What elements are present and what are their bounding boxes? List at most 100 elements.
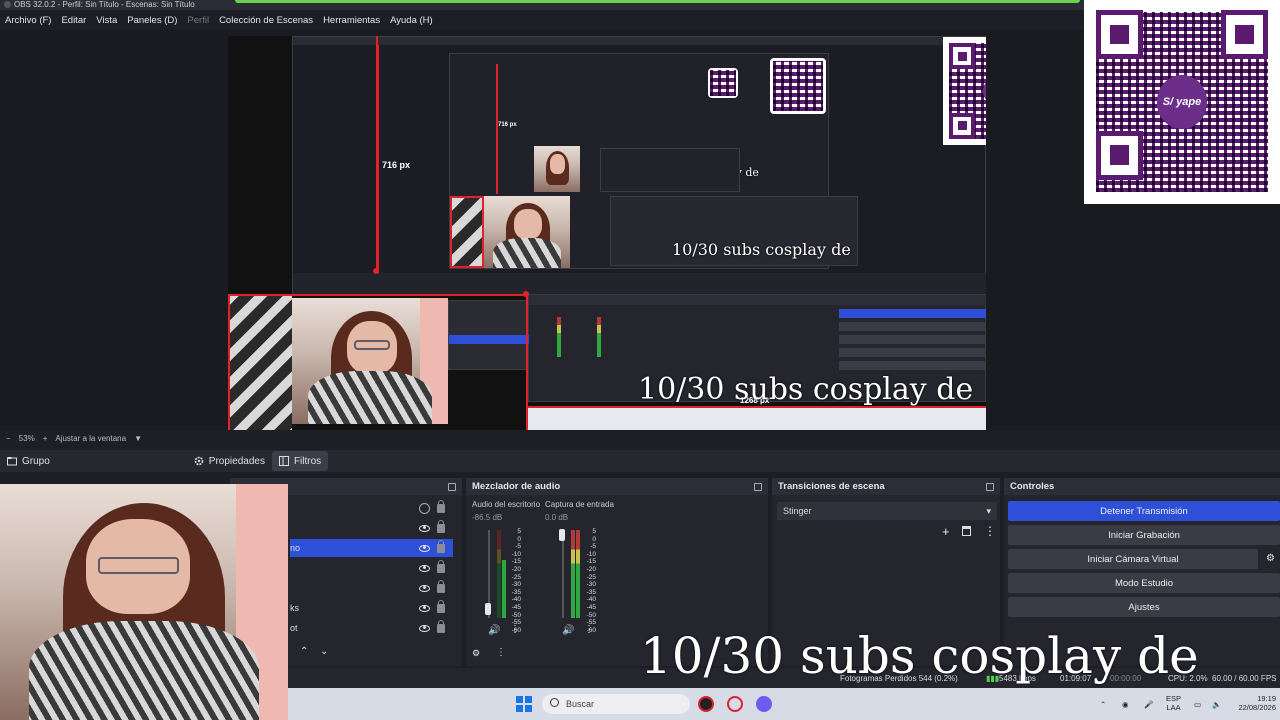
- meter-scale-tick: -30: [586, 581, 596, 589]
- lock-icon[interactable]: [437, 559, 445, 573]
- source-row-2[interactable]: [290, 519, 453, 537]
- studio-mode-button[interactable]: Modo Estudio: [1008, 573, 1280, 593]
- obs-taskbar-icon[interactable]: [698, 696, 714, 712]
- guide-handle[interactable]: [373, 268, 379, 274]
- lock-icon[interactable]: [437, 599, 445, 613]
- meter-scale-tick: -5: [515, 543, 521, 551]
- eye-icon[interactable]: [419, 544, 430, 552]
- taskbar-search[interactable]: Buscar: [542, 694, 690, 714]
- source-row-selected[interactable]: no: [290, 539, 453, 557]
- kebab-menu-icon[interactable]: ⋮: [510, 624, 520, 635]
- source-row-5[interactable]: [290, 579, 453, 597]
- move-up-button[interactable]: ⌃: [300, 646, 308, 657]
- source-row-6[interactable]: ks: [290, 599, 453, 617]
- windows-start-icon[interactable]: [516, 696, 532, 712]
- eye-icon[interactable]: [419, 584, 430, 592]
- clock-time: 19:19: [1257, 694, 1276, 703]
- source-row-4[interactable]: [290, 559, 453, 577]
- desktop-fader-knob[interactable]: [485, 603, 491, 615]
- selection-handle[interactable]: [523, 291, 529, 297]
- menu-perfil[interactable]: Perfil: [182, 15, 214, 26]
- zoom-dropdown-arrow[interactable]: ▼: [134, 434, 142, 443]
- source-row-1[interactable]: [290, 499, 453, 517]
- meter-scale-tick: -20: [511, 565, 521, 573]
- mic-capture-level: 0.0 dB: [545, 513, 569, 522]
- filter-icon: [278, 456, 289, 466]
- desktop-meter-scale: 5 0 -5 -10 -15 -20 -25 -30 -35 -40 -45 -50 -55 -60: [507, 528, 521, 634]
- lock-icon[interactable]: [437, 499, 445, 513]
- lock-icon[interactable]: [437, 519, 445, 533]
- tray-volume-icon[interactable]: 🔈: [1212, 700, 1221, 709]
- speaker-icon[interactable]: 🔊: [562, 625, 574, 636]
- lock-icon[interactable]: [437, 579, 445, 593]
- add-transition-button[interactable]: +: [942, 524, 950, 539]
- menu-editar[interactable]: Editar: [56, 15, 91, 26]
- menu-paneles[interactable]: Paneles (D): [122, 15, 182, 26]
- menu-archivo[interactable]: Archivo (F): [0, 15, 56, 26]
- group-source[interactable]: Grupo: [0, 451, 57, 471]
- eye-icon[interactable]: [419, 624, 430, 632]
- eye-hidden-icon[interactable]: [419, 502, 430, 514]
- stop-stream-button[interactable]: Detener Transmisión: [1008, 501, 1280, 521]
- start-virtual-camera-button[interactable]: Iniciar Cámara Virtual: [1008, 549, 1258, 569]
- trash-icon[interactable]: [962, 526, 971, 536]
- start-recording-button[interactable]: Iniciar Grabación: [1008, 525, 1280, 545]
- properties-button[interactable]: Propiedades: [187, 451, 272, 471]
- clock[interactable]: 19:19 22/08/2026: [1228, 694, 1276, 712]
- dock-undock-icon[interactable]: [448, 482, 456, 491]
- taskbar-search-placeholder: Buscar: [566, 699, 595, 709]
- meter-scale-tick: 5: [592, 528, 596, 535]
- meter-scale-tick: -20: [586, 565, 596, 573]
- speaker-icon[interactable]: 🔊: [488, 625, 500, 636]
- nested-sources: [448, 300, 529, 370]
- webcam-overlay: [0, 484, 288, 720]
- meter-scale-tick: -45: [586, 603, 596, 611]
- opera-icon[interactable]: [727, 696, 743, 712]
- obs-logo-icon: [4, 1, 11, 9]
- program-canvas[interactable]: 10/30 subs cosplay de 10/30 subs cosplay…: [228, 36, 986, 430]
- tray-chevron-icon[interactable]: ⌃: [1100, 700, 1106, 709]
- eye-icon[interactable]: [419, 564, 430, 572]
- eye-icon[interactable]: [419, 524, 430, 532]
- source-row-7[interactable]: ot: [290, 619, 453, 637]
- meter-scale-tick: -35: [586, 588, 596, 596]
- mic-fader-knob[interactable]: [559, 529, 565, 541]
- mic-meter-left: [571, 530, 575, 618]
- menu-herramientas[interactable]: Herramientas: [318, 15, 385, 26]
- kebab-menu-icon[interactable]: ⋮: [584, 624, 594, 635]
- zoom-value: 53%: [18, 433, 35, 443]
- source-label-7: ot: [290, 623, 298, 633]
- height-guide-label: 716 px: [382, 160, 411, 170]
- eye-icon[interactable]: [419, 604, 430, 612]
- zoom-in-button[interactable]: +: [43, 434, 48, 443]
- discord-icon[interactable]: [756, 696, 772, 712]
- virtual-camera-gear-icon[interactable]: ⚙: [1266, 553, 1275, 564]
- language-code: ESP: [1166, 694, 1182, 703]
- transition-menu-icon[interactable]: ⋮: [984, 524, 996, 538]
- tray-mic-icon[interactable]: 🎤: [1144, 700, 1153, 709]
- zoom-out-button[interactable]: −: [6, 434, 11, 443]
- windows-taskbar: [288, 688, 1280, 720]
- tray-network-icon[interactable]: ◉: [1122, 700, 1129, 709]
- meter-scale-tick: -10: [586, 550, 596, 558]
- mic-meter-right: [576, 530, 580, 618]
- dock-undock-icon[interactable]: [754, 482, 762, 491]
- mic-fader-track[interactable]: [562, 530, 564, 618]
- mixer-menu-icon[interactable]: ⋮: [496, 647, 506, 658]
- filters-button[interactable]: Filtros: [271, 451, 329, 471]
- lock-icon[interactable]: [437, 539, 445, 553]
- menu-ayuda[interactable]: Ayuda (H): [385, 15, 438, 26]
- controls-title: Controles: [1010, 481, 1055, 492]
- language-indicator[interactable]: ESP LAA: [1166, 694, 1181, 712]
- tray-display-icon[interactable]: ▭: [1194, 700, 1201, 709]
- menu-coleccion-escenas[interactable]: Colección de Escenas: [214, 15, 318, 26]
- selection-left: [228, 294, 230, 430]
- move-down-button[interactable]: ⌄: [320, 646, 328, 657]
- clock-date: 22/08/2026: [1238, 703, 1276, 712]
- mixer-settings-icon[interactable]: ⚙: [472, 648, 480, 659]
- transition-select[interactable]: Stinger ▾: [777, 502, 997, 520]
- dock-undock-icon[interactable]: [986, 482, 994, 491]
- settings-button[interactable]: Ajustes: [1008, 597, 1280, 617]
- lock-icon[interactable]: [437, 619, 445, 633]
- menu-vista[interactable]: Vista: [91, 15, 122, 26]
